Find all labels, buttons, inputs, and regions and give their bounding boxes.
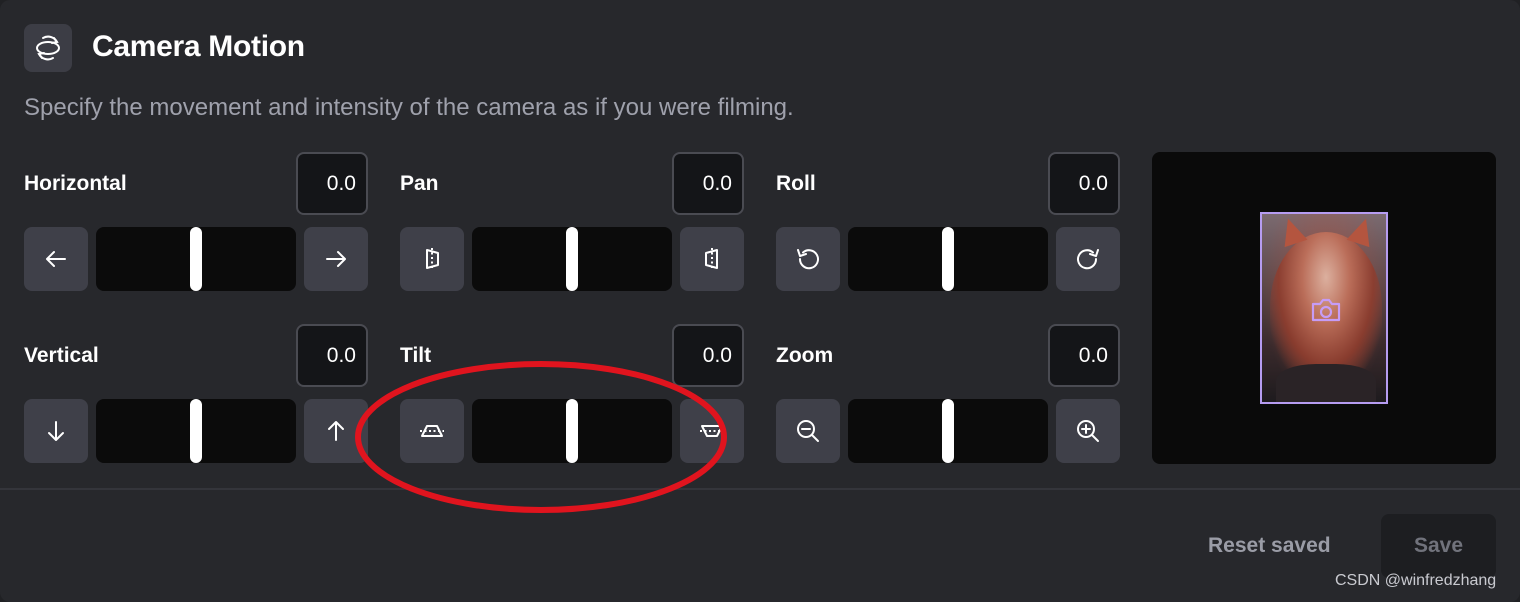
save-button[interactable]: Save (1381, 514, 1496, 578)
vertical-value-input[interactable]: 0.0 (296, 324, 368, 387)
dialog-description: Specify the movement and intensity of th… (24, 94, 794, 121)
arrow-left-icon (46, 251, 66, 267)
rotate-ccw-icon (797, 249, 819, 270)
zoom-slider-thumb[interactable] (942, 399, 954, 463)
tilt-value-input[interactable]: 0.0 (672, 324, 744, 387)
roll-slider-thumb[interactable] (942, 227, 954, 291)
pan-slider[interactable] (472, 227, 672, 291)
horizontal-slider-thumb[interactable] (190, 227, 202, 291)
pan-left-icon (426, 248, 439, 270)
tilt-label: Tilt (400, 344, 432, 367)
pan-right-icon (705, 248, 718, 270)
tilt-slider[interactable] (472, 399, 672, 463)
horizontal-label: Horizontal (24, 172, 127, 195)
vertical-label: Vertical (24, 344, 99, 367)
tilt-down-icon (420, 425, 444, 437)
arrow-right-icon (326, 251, 346, 267)
vertical-slider-thumb[interactable] (190, 399, 202, 463)
arrow-down-icon (48, 421, 64, 441)
roll-value-input[interactable]: 0.0 (1048, 152, 1120, 215)
roll-label: Roll (776, 172, 816, 195)
pan-right-button[interactable] (680, 227, 744, 291)
camera-motion-icon (24, 24, 72, 72)
roll-left-button[interactable] (776, 227, 840, 291)
vertical-control: Vertical 0.0 (24, 324, 368, 464)
arrow-up-icon (328, 421, 344, 441)
tilt-up-icon (700, 425, 724, 437)
preview-image (1260, 212, 1388, 404)
vertical-down-button[interactable] (24, 399, 88, 463)
pan-left-button[interactable] (400, 227, 464, 291)
horizontal-left-button[interactable] (24, 227, 88, 291)
horizontal-value-input[interactable]: 0.0 (296, 152, 368, 215)
zoom-in-button[interactable] (1056, 399, 1120, 463)
horizontal-right-button[interactable] (304, 227, 368, 291)
vertical-up-button[interactable] (304, 399, 368, 463)
tilt-control: Tilt 0.0 (400, 324, 744, 464)
footer-divider (0, 488, 1520, 490)
tilt-slider-thumb[interactable] (566, 399, 578, 463)
camera-icon (1306, 294, 1346, 326)
tilt-down-button[interactable] (400, 399, 464, 463)
horizontal-control: Horizontal 0.0 (24, 152, 368, 292)
zoom-out-icon (797, 420, 819, 442)
rotate-cw-icon (1077, 249, 1099, 270)
horizontal-slider[interactable] (96, 227, 296, 291)
camera-motion-dialog: Camera Motion Specify the movement and i… (0, 0, 1520, 602)
roll-right-button[interactable] (1056, 227, 1120, 291)
watermark: CSDN @winfredzhang (1335, 572, 1497, 589)
zoom-label: Zoom (776, 344, 834, 367)
pan-control: Pan 0.0 (400, 152, 744, 292)
zoom-slider[interactable] (848, 399, 1048, 463)
roll-control: Roll 0.0 (776, 152, 1120, 292)
zoom-value-input[interactable]: 0.0 (1048, 324, 1120, 387)
pan-value-input[interactable]: 0.0 (672, 152, 744, 215)
pan-label: Pan (400, 172, 439, 195)
zoom-control: Zoom 0.0 (776, 324, 1120, 464)
pan-slider-thumb[interactable] (566, 227, 578, 291)
vertical-slider[interactable] (96, 399, 296, 463)
camera-preview (1152, 152, 1496, 464)
reset-saved-button[interactable]: Reset saved (1208, 534, 1331, 558)
zoom-in-icon (1077, 420, 1099, 442)
tilt-up-button[interactable] (680, 399, 744, 463)
roll-slider[interactable] (848, 227, 1048, 291)
zoom-out-button[interactable] (776, 399, 840, 463)
dialog-title: Camera Motion (92, 30, 305, 63)
